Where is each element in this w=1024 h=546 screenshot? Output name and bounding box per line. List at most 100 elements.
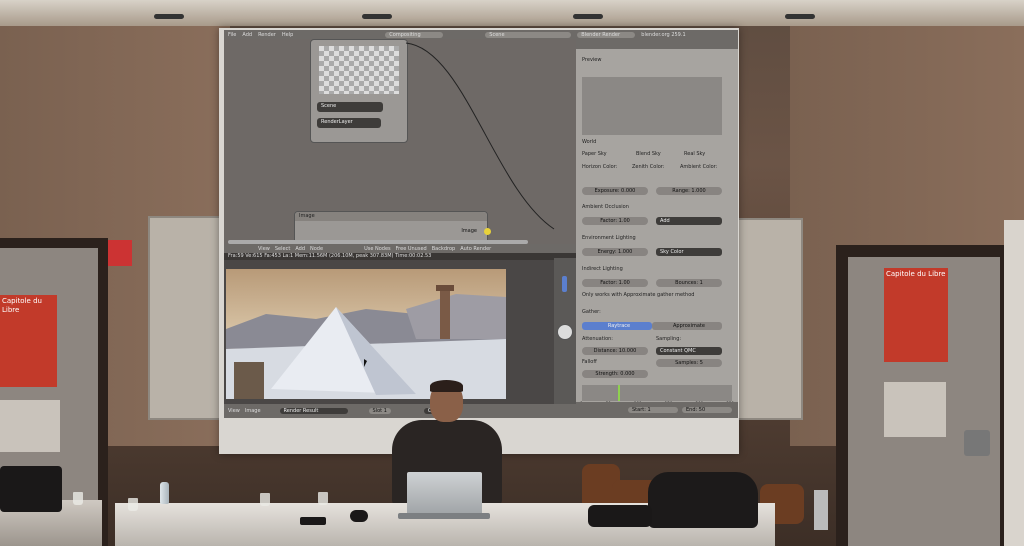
exit-sign (108, 240, 132, 266)
ie-menu-select[interactable]: Select (275, 246, 290, 252)
render-layers-node[interactable]: Scene RenderLayer (310, 39, 408, 143)
ao-mode-select[interactable]: Add (656, 217, 722, 225)
wall-sockets (814, 490, 828, 530)
attenuation-label: Attenuation: (582, 336, 613, 342)
whiteboard-right (737, 218, 803, 420)
ambient-occlusion-header[interactable]: Ambient Occlusion (582, 204, 629, 210)
image-editor-side (554, 258, 576, 404)
ui-highlight (562, 276, 567, 292)
blender-window: File Add Render Help Compositing Scene B… (224, 30, 738, 418)
notice-right (884, 382, 946, 437)
paper-sky-checkbox[interactable]: Paper Sky (582, 151, 607, 157)
ao-factor-field[interactable]: Factor: 1.00 (582, 217, 648, 225)
image-name-select[interactable]: Render Result (279, 408, 348, 414)
laptop (407, 472, 482, 516)
scene-select[interactable]: Scene (485, 31, 572, 38)
node-preview-thumbnail (319, 46, 399, 94)
ie-menu-view[interactable]: View (258, 246, 270, 252)
menu-render[interactable]: Render (258, 32, 276, 38)
world-preview (582, 77, 722, 135)
properties-tabs[interactable] (576, 39, 738, 49)
sampling-label: Sampling: (656, 336, 682, 342)
footer-image[interactable]: Image (245, 408, 261, 414)
screen-layout-select[interactable]: Compositing (385, 31, 444, 38)
ceiling-light (362, 14, 392, 19)
strength-field[interactable]: Strength: 0.000 (582, 370, 648, 378)
world-panel-header[interactable]: World (582, 139, 596, 145)
render-scene (226, 269, 506, 399)
power-adapter (300, 517, 326, 525)
environment-lighting-header[interactable]: Environment Lighting (582, 235, 636, 241)
image-editor[interactable]: View Select Add Node Use Nodes Free Unus… (224, 244, 580, 404)
render-status: Fra:59 Ve:615 Fa:453 La:1 Mem:11.56M (20… (224, 253, 580, 260)
poster-right-title: Capitole du Libre (886, 270, 946, 278)
image-socket[interactable] (484, 228, 491, 235)
cup (73, 492, 83, 505)
whiteboard-left (148, 216, 226, 420)
node-layer-select[interactable]: RenderLayer (317, 118, 381, 128)
slot-select[interactable]: Slot 1 (368, 408, 391, 414)
poster-left-title: Capitole du Libre (2, 297, 42, 314)
backpack (648, 472, 758, 528)
samples-field[interactable]: Samples: 5 (656, 359, 722, 367)
mouse-cursor (364, 359, 367, 367)
backdrop-checkbox[interactable]: Backdrop (432, 246, 456, 252)
gather-header[interactable]: Gather: (582, 309, 601, 315)
render-engine-select[interactable]: Blender Render (577, 31, 636, 38)
wall-edge (1004, 220, 1024, 546)
falloff-checkbox[interactable]: Falloff (582, 359, 597, 365)
menu-add[interactable]: Add (242, 32, 252, 38)
blender-topbar: File Add Render Help Compositing Scene B… (224, 30, 738, 39)
free-unused-button[interactable]: Free Unused (396, 246, 427, 252)
indirect-note: Only works with Approximate gather metho… (582, 292, 695, 298)
end-frame-field[interactable]: End: 50 (682, 407, 732, 413)
auto-render-checkbox[interactable]: Auto Render (460, 246, 491, 252)
real-sky-checkbox[interactable]: Real Sky (684, 151, 705, 157)
laptop-case (588, 505, 652, 527)
preview-panel-header[interactable]: Preview (582, 57, 601, 63)
indirect-bounces-field[interactable]: Bounces: 1 (656, 279, 722, 287)
start-frame-field[interactable]: Start: 1 (628, 407, 678, 413)
menu-file[interactable]: File (228, 32, 236, 38)
ceiling-light (154, 14, 184, 19)
raytrace-toggle[interactable]: Raytrace (582, 322, 652, 330)
menu-help[interactable]: Help (282, 32, 293, 38)
laptop-base (398, 513, 490, 519)
footer-view[interactable]: View (228, 408, 240, 414)
timeline-playhead[interactable] (618, 385, 620, 401)
stats-text: blender.org 259.1 (641, 31, 686, 38)
distance-field[interactable]: Distance: 10.000 (582, 347, 648, 355)
ceiling-light (785, 14, 815, 19)
properties-panel: Preview World Paper Sky Blend Sky Real S… (576, 39, 738, 418)
use-nodes-checkbox[interactable]: Use Nodes (364, 246, 391, 252)
cup (260, 493, 270, 506)
horizon-color-label: Horizon Color: (582, 164, 618, 170)
notice-left (0, 400, 60, 452)
timeline-footer: Start: 1 End: 50 (576, 402, 738, 418)
approximate-toggle[interactable]: Approximate (652, 322, 722, 330)
env-energy-field[interactable]: Energy: 1.000 (582, 248, 648, 256)
side-laptop (0, 466, 62, 512)
mouse (350, 510, 368, 522)
blend-sky-checkbox[interactable]: Blend Sky (636, 151, 661, 157)
navigation-gizmo-icon[interactable] (557, 324, 573, 340)
node-scene-select[interactable]: Scene (317, 102, 383, 112)
poster-right: Capitole du Libre (884, 268, 948, 362)
door-handle (964, 430, 990, 456)
env-color-select[interactable]: Sky Color (656, 248, 722, 256)
range-field[interactable]: Range: 1.000 (656, 187, 722, 195)
render-result-image (226, 269, 506, 399)
cup (128, 498, 138, 511)
ceiling (0, 0, 1024, 26)
timeline[interactable] (582, 385, 732, 401)
zenith-color-label: Zenith Color: (632, 164, 665, 170)
exposure-field[interactable]: Exposure: 0.000 (582, 187, 648, 195)
presenter-hair (430, 380, 463, 392)
image-editor-footer: View Image Render Result Slot 1 Combined (224, 404, 576, 418)
sampling-method-select[interactable]: Constant QMC (656, 347, 722, 355)
node-editor[interactable]: Scene RenderLayer Image Image (224, 39, 576, 245)
indirect-lighting-header[interactable]: Indirect Lighting (582, 266, 623, 272)
ie-menu-node[interactable]: Node (310, 246, 323, 252)
indirect-factor-field[interactable]: Factor: 1.00 (582, 279, 648, 287)
ie-menu-add[interactable]: Add (295, 246, 305, 252)
